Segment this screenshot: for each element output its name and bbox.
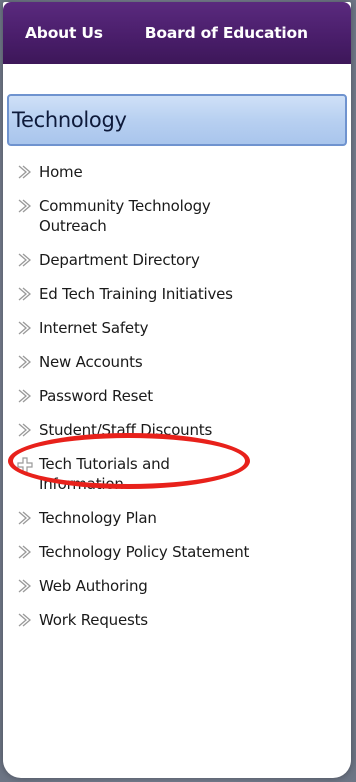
section-header[interactable]: Technology [7,94,347,146]
sidebar-menu: Home Community Technology Outreach Depar… [3,162,351,644]
menu-item-ed-tech-training-initiatives[interactable]: Ed Tech Training Initiatives [3,284,351,304]
menu-item-tech-tutorials-and-information[interactable]: Tech Tutorials and Information [3,454,351,494]
menu-item-internet-safety[interactable]: Internet Safety [3,318,351,338]
menu-item-label: Home [39,163,83,181]
menu-item-label: Student/Staff Discounts [39,421,213,439]
section-title: Technology [12,108,127,132]
chevron-right-icon [17,355,39,369]
menu-item-label: Work Requests [39,611,148,629]
nav-link-board-of-education[interactable]: Board of Education [145,24,308,42]
plus-icon[interactable] [17,457,39,473]
chevron-right-icon [17,511,39,525]
menu-item-technology-plan[interactable]: Technology Plan [3,508,351,528]
chevron-right-icon [17,253,39,267]
chevron-right-icon [17,165,39,179]
chevron-right-icon [17,389,39,403]
menu-item-label: Tech Tutorials and Information [39,455,170,493]
sidebar-panel: About Us Board of Education Technology H… [3,2,351,778]
chevron-right-icon [17,199,39,213]
chevron-right-icon [17,287,39,301]
nav-link-about-us[interactable]: About Us [25,24,103,42]
chevron-right-icon [17,579,39,593]
chevron-right-icon [17,423,39,437]
menu-item-label: Department Directory [39,251,200,269]
chevron-right-icon [17,613,39,627]
menu-item-web-authoring[interactable]: Web Authoring [3,576,351,596]
menu-item-label: Password Reset [39,387,153,405]
top-navigation: About Us Board of Education [3,2,351,64]
menu-item-label: New Accounts [39,353,143,371]
menu-item-label: Internet Safety [39,319,149,337]
menu-item-new-accounts[interactable]: New Accounts [3,352,351,372]
page-background: About Us Board of Education Technology H… [0,0,356,782]
chevron-right-icon [17,545,39,559]
menu-item-community-technology-outreach[interactable]: Community Technology Outreach [3,196,351,236]
menu-item-label: Ed Tech Training Initiatives [39,285,233,303]
menu-item-password-reset[interactable]: Password Reset [3,386,351,406]
menu-item-department-directory[interactable]: Department Directory [3,250,351,270]
menu-item-label: Technology Plan [39,509,157,527]
menu-item-label: Web Authoring [39,577,148,595]
menu-item-technology-policy-statement[interactable]: Technology Policy Statement [3,542,351,562]
menu-item-label: Technology Policy Statement [39,543,250,561]
menu-item-home[interactable]: Home [3,162,351,182]
menu-item-work-requests[interactable]: Work Requests [3,610,351,630]
menu-item-student-staff-discounts[interactable]: Student/Staff Discounts [3,420,351,440]
chevron-right-icon [17,321,39,335]
menu-item-label: Community Technology Outreach [39,197,211,235]
